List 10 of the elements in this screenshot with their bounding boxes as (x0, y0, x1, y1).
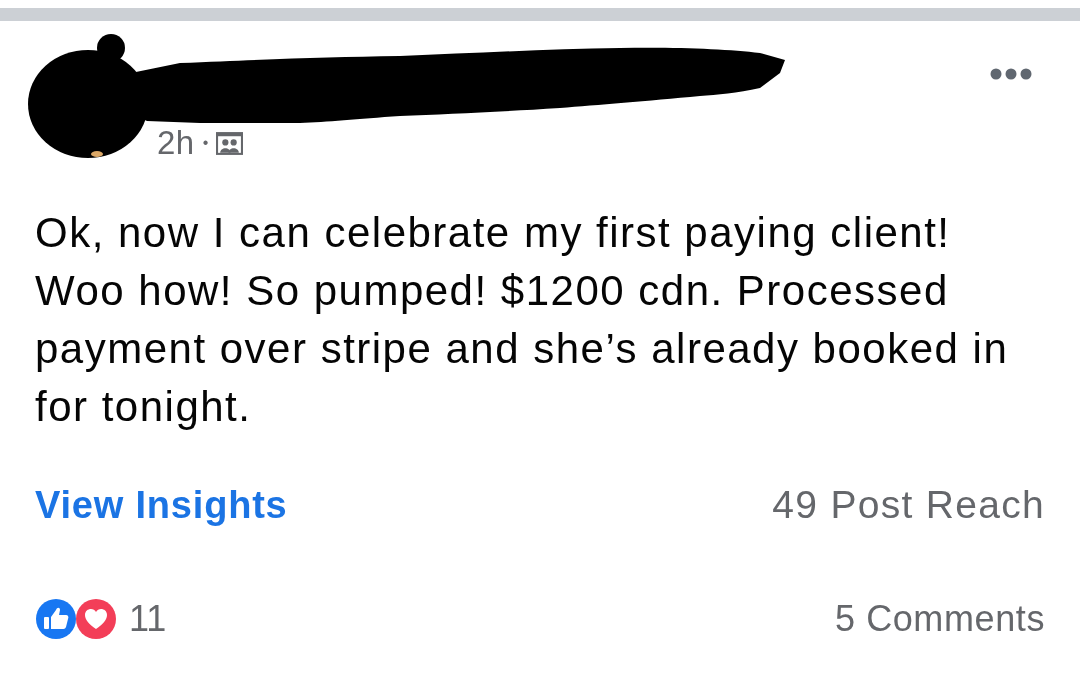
post-reach: 49 Post Reach (772, 483, 1045, 527)
post-time[interactable]: 2h (157, 125, 195, 161)
thumbs-up-icon[interactable] (35, 598, 77, 640)
view-insights-link[interactable]: View Insights (35, 483, 288, 527)
people-icon (216, 131, 244, 155)
comments-count[interactable]: 5 Comments (834, 598, 1045, 640)
post-text: Ok, now I can celebrate my first paying client! Woo how! So pumped! $1200 cdn. Processed payment over stripe and she’s already booked in for tonight. (35, 208, 1010, 432)
more-icon[interactable] (990, 68, 1032, 80)
meta-separator: • (202, 133, 209, 153)
reaction-count[interactable]: 11 (129, 598, 167, 640)
